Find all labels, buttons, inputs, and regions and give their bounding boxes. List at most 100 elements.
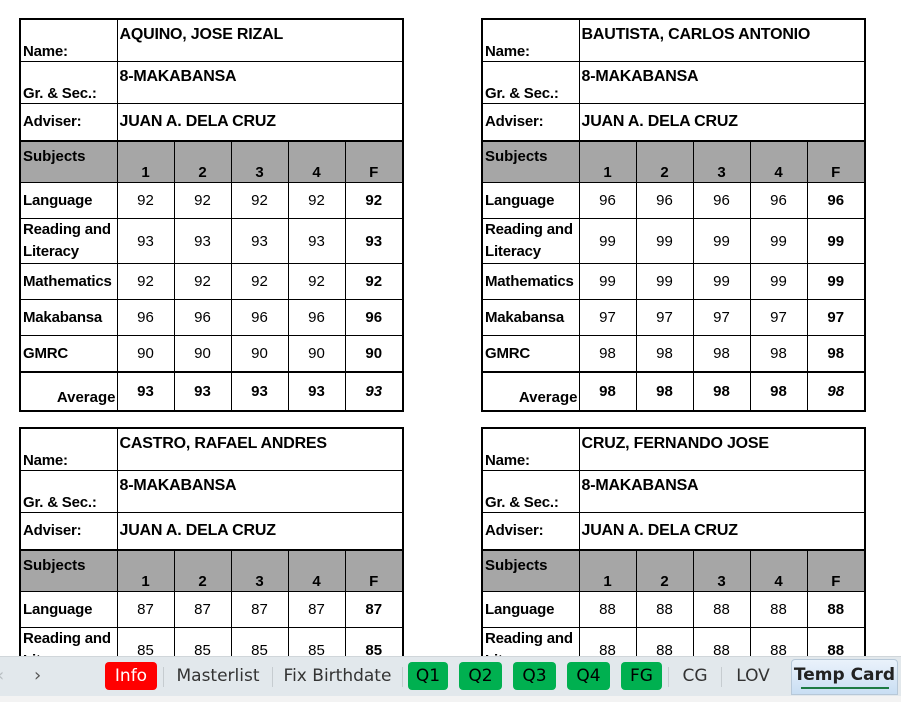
name-label[interactable]: Name: <box>481 18 580 62</box>
quarter-3-header[interactable]: 3 <box>692 140 751 183</box>
quarter-1-grade[interactable]: 88 <box>578 591 637 628</box>
subjects-header[interactable]: Subjects <box>481 549 580 592</box>
quarter-3-grade[interactable]: 90 <box>230 335 289 373</box>
sheet-tab-lov[interactable]: LOV <box>726 662 780 690</box>
sheet-tab-q4[interactable]: Q4 <box>567 662 610 690</box>
quarter-3-grade[interactable]: 96 <box>230 299 289 336</box>
quarter-2-header[interactable]: 2 <box>173 549 232 592</box>
quarter-2-header[interactable]: 2 <box>635 140 694 183</box>
average-label[interactable]: Average <box>481 371 580 412</box>
quarter-3-grade[interactable]: 98 <box>692 335 751 373</box>
quarter-3-grade[interactable]: 99 <box>692 218 751 264</box>
quarter-2-grade[interactable]: 96 <box>635 182 694 219</box>
quarter-1-grade[interactable]: 96 <box>116 299 175 336</box>
quarter-2-header[interactable]: 2 <box>635 549 694 592</box>
quarter-3-grade[interactable]: 88 <box>692 591 751 628</box>
sheet-tab-q2[interactable]: Q2 <box>459 662 502 690</box>
name-label[interactable]: Name: <box>19 18 118 62</box>
final-grade[interactable]: 97 <box>806 299 866 336</box>
quarter-2-grade[interactable]: 96 <box>173 299 232 336</box>
subjects-header[interactable]: Subjects <box>19 140 118 183</box>
final-header[interactable]: F <box>806 549 866 592</box>
quarter-2-grade[interactable]: 88 <box>635 591 694 628</box>
quarter-2-grade[interactable]: 87 <box>173 591 232 628</box>
quarter-1-header[interactable]: 1 <box>116 549 175 592</box>
final-header[interactable]: F <box>344 140 404 183</box>
quarter-2-grade[interactable]: 98 <box>635 335 694 373</box>
subject-name[interactable]: Language <box>481 182 580 219</box>
subjects-header[interactable]: Subjects <box>481 140 580 183</box>
final-grade[interactable]: 96 <box>344 299 404 336</box>
chevron-left-icon[interactable]: ‹ <box>0 665 4 686</box>
quarter-2-grade[interactable]: 93 <box>173 218 232 264</box>
quarter-3-grade[interactable]: 92 <box>230 263 289 300</box>
subject-name[interactable]: Makabansa <box>481 299 580 336</box>
quarter-4-header[interactable]: 4 <box>749 549 808 592</box>
final-header[interactable]: F <box>806 140 866 183</box>
name-label[interactable]: Name: <box>19 427 118 471</box>
subject-name[interactable]: Language <box>19 182 118 219</box>
quarter-1-grade[interactable]: 99 <box>578 263 637 300</box>
quarter-1-average[interactable]: 93 <box>116 371 175 412</box>
quarter-2-grade[interactable]: 90 <box>173 335 232 373</box>
grade-section-label[interactable]: Gr. & Sec.: <box>481 470 580 513</box>
name-label[interactable]: Name: <box>481 427 580 471</box>
quarter-4-grade[interactable]: 90 <box>287 335 346 373</box>
subject-name[interactable]: GMRC <box>19 335 118 373</box>
quarter-4-grade[interactable]: 93 <box>287 218 346 264</box>
quarter-4-average[interactable]: 93 <box>287 371 346 412</box>
quarter-3-grade[interactable]: 87 <box>230 591 289 628</box>
quarter-1-grade[interactable]: 93 <box>116 218 175 264</box>
student-name[interactable]: AQUINO, JOSE RIZAL <box>116 18 404 62</box>
quarter-4-grade[interactable]: 98 <box>749 335 808 373</box>
adviser-value[interactable]: JUAN A. DELA CRUZ <box>578 512 866 551</box>
subject-name[interactable]: Reading and Literacy <box>481 218 580 264</box>
quarter-2-grade[interactable]: 92 <box>173 263 232 300</box>
quarter-3-grade[interactable]: 93 <box>230 218 289 264</box>
quarter-3-grade[interactable]: 99 <box>692 263 751 300</box>
subject-name[interactable]: Mathematics <box>481 263 580 300</box>
quarter-1-grade[interactable]: 96 <box>578 182 637 219</box>
final-grade[interactable]: 98 <box>806 335 866 373</box>
subject-name[interactable]: Mathematics <box>19 263 118 300</box>
student-name[interactable]: CRUZ, FERNANDO JOSE <box>578 427 866 471</box>
adviser-label[interactable]: Adviser: <box>481 512 580 551</box>
chevron-right-icon[interactable]: › <box>34 665 41 686</box>
quarter-1-grade[interactable]: 97 <box>578 299 637 336</box>
adviser-value[interactable]: JUAN A. DELA CRUZ <box>578 103 866 142</box>
adviser-value[interactable]: JUAN A. DELA CRUZ <box>116 103 404 142</box>
sheet-tab-fix-birthdate[interactable]: Fix Birthdate <box>280 662 395 690</box>
quarter-4-grade[interactable]: 99 <box>749 263 808 300</box>
final-grade[interactable]: 87 <box>344 591 404 628</box>
sheet-tab-q3[interactable]: Q3 <box>513 662 556 690</box>
quarter-4-header[interactable]: 4 <box>287 140 346 183</box>
quarter-2-grade[interactable]: 97 <box>635 299 694 336</box>
quarter-1-average[interactable]: 98 <box>578 371 637 412</box>
final-grade[interactable]: 92 <box>344 182 404 219</box>
quarter-2-header[interactable]: 2 <box>173 140 232 183</box>
quarter-4-header[interactable]: 4 <box>749 140 808 183</box>
adviser-value[interactable]: JUAN A. DELA CRUZ <box>116 512 404 551</box>
student-name[interactable]: CASTRO, RAFAEL ANDRES <box>116 427 404 471</box>
quarter-3-grade[interactable]: 96 <box>692 182 751 219</box>
final-grade[interactable]: 92 <box>344 263 404 300</box>
adviser-label[interactable]: Adviser: <box>481 103 580 142</box>
grade-section-value[interactable]: 8-MAKABANSA <box>116 470 404 513</box>
grade-section-label[interactable]: Gr. & Sec.: <box>481 61 580 104</box>
quarter-1-grade[interactable]: 90 <box>116 335 175 373</box>
quarter-4-header[interactable]: 4 <box>287 549 346 592</box>
quarter-4-grade[interactable]: 88 <box>749 591 808 628</box>
quarter-4-grade[interactable]: 92 <box>287 182 346 219</box>
final-grade[interactable]: 93 <box>344 218 404 264</box>
final-grade[interactable]: 99 <box>806 218 866 264</box>
sheet-tab-q1[interactable]: Q1 <box>408 662 448 690</box>
adviser-label[interactable]: Adviser: <box>19 103 118 142</box>
quarter-3-average[interactable]: 93 <box>230 371 289 412</box>
final-average[interactable]: 98 <box>806 371 866 412</box>
adviser-label[interactable]: Adviser: <box>19 512 118 551</box>
subject-name[interactable]: Makabansa <box>19 299 118 336</box>
quarter-3-average[interactable]: 98 <box>692 371 751 412</box>
grade-section-value[interactable]: 8-MAKABANSA <box>578 470 866 513</box>
final-grade[interactable]: 90 <box>344 335 404 373</box>
grade-section-label[interactable]: Gr. & Sec.: <box>19 470 118 513</box>
